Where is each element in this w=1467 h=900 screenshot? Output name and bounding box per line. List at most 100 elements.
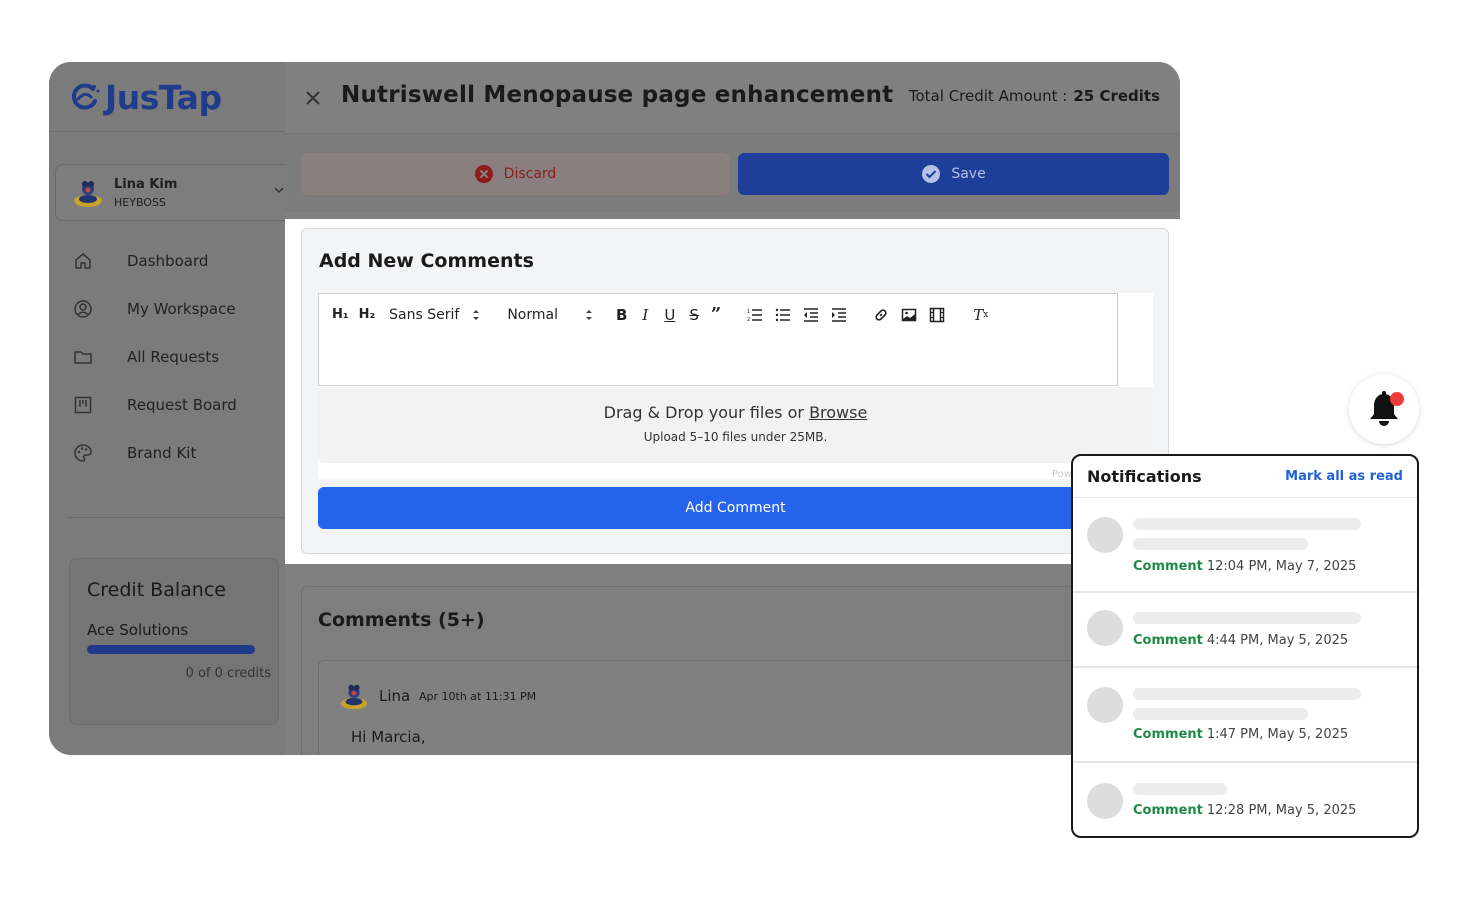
comments-section: Comments (5+) Lina Apr 10th at 11:31 PM … [301, 586, 1169, 755]
notifications-title: Notifications [1087, 467, 1202, 486]
credit-progress-bar [87, 645, 255, 654]
font-select[interactable]: Sans Serif [389, 307, 481, 323]
add-comment-button[interactable]: Add Comment [318, 487, 1153, 529]
avatar [74, 180, 102, 207]
home-icon [75, 253, 91, 269]
image-icon[interactable] [901, 307, 917, 323]
notification-kind: Comment [1133, 559, 1203, 574]
logo-text: JusTap [105, 77, 222, 117]
sidebar: JusTap Lina Kim HEYBOSS Dashboard My Wor… [49, 62, 295, 755]
video-icon[interactable] [929, 307, 945, 323]
x-circle-icon [474, 165, 493, 183]
palette-icon [74, 444, 92, 462]
logo[interactable]: JusTap [69, 74, 222, 120]
sidebar-item-request-board[interactable]: Request Board [49, 381, 285, 429]
user-circle-icon [74, 300, 92, 318]
credit-balance-card: Credit Balance Ace Solutions 0 of 0 cred… [69, 558, 279, 725]
credit-count: 0 of 0 credits [185, 666, 271, 681]
browse-link[interactable]: Browse [809, 403, 867, 422]
notification-kind: Comment [1133, 727, 1203, 742]
save-label: Save [951, 166, 986, 182]
check-circle-icon [922, 165, 941, 183]
svg-text:2: 2 [747, 317, 750, 323]
svg-text:1: 1 [747, 309, 750, 315]
action-bar: Discard Save [285, 134, 1180, 212]
notification-time: 12:04 PM, May 7, 2025 [1206, 559, 1357, 574]
powered-by-text: Pow [1052, 469, 1072, 480]
comment-editor-input[interactable] [318, 335, 1118, 386]
notification-time: 1:47 PM, May 5, 2025 [1206, 727, 1349, 742]
comments-title: Comments (5+) [318, 609, 485, 631]
sidebar-item-brand-kit[interactable]: Brand Kit [49, 429, 285, 477]
avatar [1087, 687, 1123, 723]
skeleton-line [1133, 708, 1308, 720]
outdent-icon[interactable] [803, 307, 819, 323]
mark-all-read-link[interactable]: Mark all as read [1285, 469, 1403, 484]
sidebar-item-all-requests[interactable]: All Requests [49, 333, 285, 381]
notification-item[interactable]: Comment 12:28 PM, May 5, 2025 [1073, 763, 1417, 836]
total-credit-label: Total Credit Amount : [908, 87, 1068, 105]
notification-item[interactable]: Comment 4:44 PM, May 5, 2025 [1073, 593, 1417, 668]
skeleton-line [1133, 612, 1361, 624]
sidebar-item-my-workspace[interactable]: My Workspace [49, 285, 285, 333]
sidebar-item-label: Request Board [127, 396, 237, 414]
skeleton-line [1133, 518, 1361, 530]
user-name: Lina Kim [114, 176, 178, 192]
stage: JusTap Lina Kim HEYBOSS Dashboard My Wor… [0, 0, 1467, 900]
select-arrows-icon [473, 309, 480, 320]
sidebar-item-label: All Requests [127, 348, 220, 366]
blockquote-icon[interactable]: ” [711, 304, 721, 325]
heading1-button[interactable]: H₁ [332, 307, 349, 322]
user-switcher[interactable]: Lina Kim HEYBOSS [55, 164, 295, 221]
total-credit: Total Credit Amount : 25 Credits [909, 87, 1160, 105]
bullet-list-icon[interactable] [775, 307, 791, 323]
underline-icon[interactable]: U [664, 306, 675, 324]
clear-format-icon[interactable]: Tx [973, 306, 988, 324]
sidebar-item-dashboard[interactable]: Dashboard [49, 237, 285, 285]
dropzone-hint: Upload 5–10 files under 25MB. [643, 430, 828, 444]
ordered-list-icon[interactable]: 12 [747, 307, 763, 323]
editor-toolbar: H₁ H₂ Sans Serif Normal B I U S ” 1 2 T … [318, 293, 1118, 336]
notification-item[interactable]: Comment 1:47 PM, May 5, 2025 [1073, 668, 1417, 763]
skeleton-line [1133, 783, 1227, 795]
comment-body: Hi Marcia, [351, 728, 426, 746]
save-button[interactable]: Save [738, 153, 1169, 195]
page-title: Nutriswell Menopause page enhancement [341, 82, 894, 108]
avatar [340, 684, 368, 710]
size-select-value: Normal [507, 306, 558, 323]
add-comment-panel: Add New Comments H₁ H₂ Sans Serif Normal… [285, 219, 1180, 564]
notification-bell-button[interactable] [1349, 374, 1419, 444]
sidebar-nav: Dashboard My Workspace All Requests Requ… [49, 237, 285, 477]
indent-icon[interactable] [831, 307, 847, 323]
heading2-button[interactable]: H₂ [359, 307, 376, 322]
notification-kind: Comment [1133, 633, 1203, 648]
folder-icon [74, 351, 92, 364]
notification-meta: Comment 12:28 PM, May 5, 2025 [1133, 803, 1356, 818]
file-dropzone[interactable]: Drag & Drop your files or Browse Upload … [318, 387, 1153, 463]
sidebar-item-label: Dashboard [127, 252, 209, 270]
divider [67, 517, 285, 518]
notification-item[interactable]: Comment 12:04 PM, May 7, 2025 [1073, 498, 1417, 593]
rich-text-editor: H₁ H₂ Sans Serif Normal B I U S ” 1 2 T … [318, 293, 1153, 480]
board-icon [74, 396, 92, 414]
italic-icon[interactable]: I [642, 306, 648, 324]
discard-button[interactable]: Discard [301, 153, 729, 195]
comment-time: Apr 10th at 11:31 PM [419, 690, 537, 703]
select-arrows-icon [585, 309, 592, 320]
link-icon[interactable] [873, 307, 889, 323]
notification-meta: Comment 1:47 PM, May 5, 2025 [1133, 727, 1348, 742]
size-select[interactable]: Normal [507, 307, 594, 323]
notification-time: 12:28 PM, May 5, 2025 [1206, 803, 1357, 818]
notifications-panel: Notifications Mark all as read Comment 12… [1071, 454, 1419, 838]
strikethrough-icon[interactable]: S [689, 306, 699, 324]
divider [49, 131, 285, 132]
credit-company: Ace Solutions [87, 621, 189, 639]
avatar [1087, 610, 1123, 646]
close-icon[interactable] [303, 88, 323, 108]
bold-icon[interactable]: B [616, 306, 627, 324]
discard-label: Discard [503, 166, 557, 182]
notifications-header: Notifications Mark all as read [1073, 456, 1417, 498]
add-comment-card: Add New Comments H₁ H₂ Sans Serif Normal… [301, 228, 1169, 554]
comment-author: Lina [379, 687, 411, 705]
total-credit-value: 25 Credits [1073, 87, 1160, 105]
